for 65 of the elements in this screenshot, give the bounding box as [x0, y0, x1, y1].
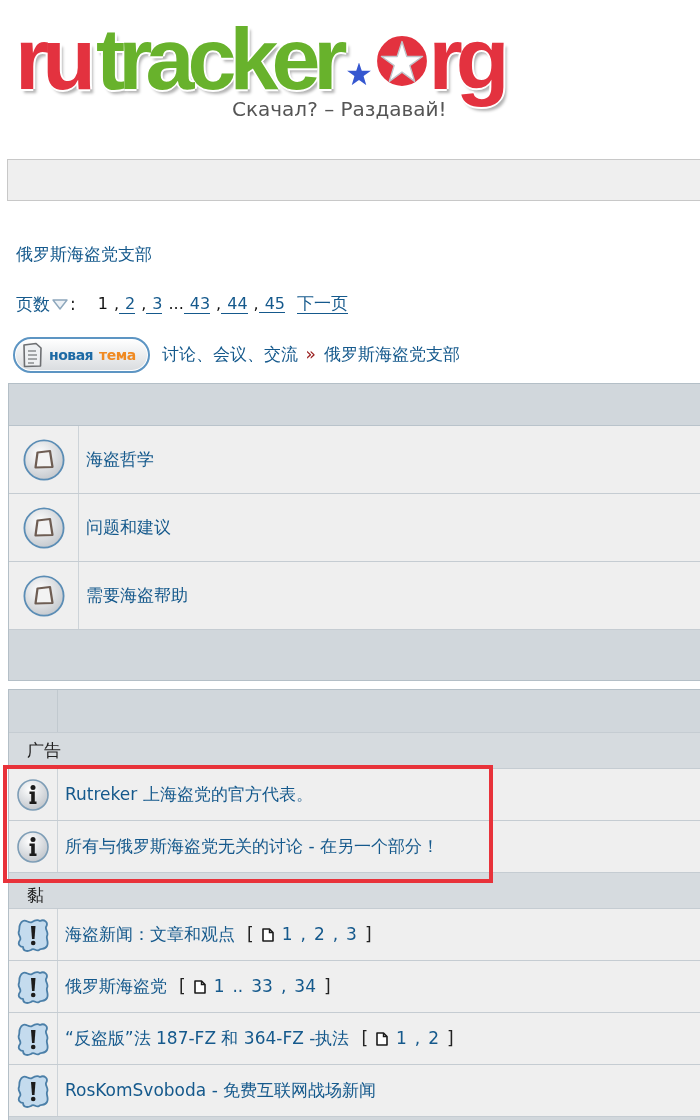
next-page-link[interactable]: 下一页 [297, 293, 348, 315]
topic-link[interactable]: RosKomSvoboda - 免费互联网战场新闻 [65, 1077, 377, 1104]
page-separator: , [280, 974, 287, 998]
document-icon [21, 342, 43, 369]
logo-text: tracker [96, 24, 342, 95]
exclamation-splat-icon [16, 1021, 50, 1056]
document-icon [193, 979, 206, 994]
page-list-bracket: [ [247, 922, 254, 946]
dropdown-triangle-icon [52, 298, 68, 310]
page-separator: , [300, 922, 306, 946]
page-list-bracket: [ [179, 974, 186, 998]
exclamation-splat-icon [16, 969, 50, 1004]
exclamation-splat-icon [16, 1073, 50, 1108]
new-topic-button[interactable]: новая тема [13, 337, 150, 374]
forum-icon [22, 574, 65, 617]
page-number-link[interactable]: 44 [221, 295, 248, 314]
page-separator: , [112, 294, 119, 314]
pagination-colon: : [70, 293, 76, 316]
page-separator: , [414, 1026, 421, 1050]
page-number-link[interactable]: 1 [281, 921, 293, 948]
info-icon [17, 830, 49, 863]
forum-icon [22, 438, 65, 481]
page-number-link[interactable]: 1 [396, 1025, 407, 1052]
page-number-link[interactable]: 3 [346, 921, 357, 948]
topic-link[interactable]: 俄罗斯海盗党 [65, 973, 167, 1000]
page-separator: , [140, 294, 147, 314]
current-page-number: 1 [97, 294, 108, 314]
section-title: 黏 [27, 885, 44, 906]
topic-link[interactable]: Rutreker 上海盗党的官方代表。 [65, 781, 313, 808]
page-number-link[interactable]: 2 [313, 921, 325, 948]
exclamation-splat-icon [16, 917, 50, 952]
page-list-bracket: ] [323, 974, 331, 998]
forum-link[interactable]: 海盗哲学 [86, 446, 154, 473]
page-number-link[interactable]: 1 [213, 973, 225, 1000]
page-number-link[interactable]: 2 [428, 1025, 440, 1052]
logo-text: ru [15, 24, 91, 95]
page-number-link[interactable]: 33 [251, 973, 273, 1000]
section-title: 广告 [27, 740, 61, 761]
forum-title-link[interactable]: 俄罗斯海盗党支部 [16, 244, 152, 264]
breadcrumb-link[interactable]: 俄罗斯海盗党支部 [324, 342, 460, 368]
topic-link[interactable]: 所有与俄罗斯海盗党无关的讨论 - 在另一个部分！ [65, 833, 439, 860]
topic-link[interactable]: “反盗版”法 187-FZ 和 364-FZ -执法 [65, 1025, 350, 1052]
breadcrumb-separator: » [305, 343, 316, 367]
document-icon [261, 927, 274, 942]
forum-icon [22, 506, 65, 549]
page-list-bracket: [ [361, 1026, 369, 1050]
page-list-bracket: ] [447, 1026, 454, 1050]
document-icon [376, 1031, 389, 1046]
forum-link[interactable]: 需要海盗帮助 [86, 582, 188, 609]
page-number-link[interactable]: 2 [119, 295, 136, 314]
page-list-bracket: ] [364, 922, 372, 946]
page-separator: , [252, 294, 259, 314]
page-separator: .. [232, 974, 244, 998]
page-separator: ... [167, 294, 184, 314]
info-icon [17, 778, 49, 811]
page-separator: , [332, 922, 339, 946]
pagination-label: 页数 [16, 293, 50, 316]
forum-link[interactable]: 问题和建议 [86, 514, 171, 541]
breadcrumb-link[interactable]: 讨论、会议、交流 [161, 342, 298, 368]
page-number-link[interactable]: 43 [183, 295, 211, 314]
page-separator: , [215, 294, 222, 314]
topic-link[interactable]: 海盗新闻：文章和观点 [65, 921, 235, 948]
page-number-link[interactable]: 34 [294, 973, 316, 1000]
page-number-link[interactable]: 3 [146, 295, 163, 314]
page-number-link[interactable]: 45 [258, 294, 285, 314]
